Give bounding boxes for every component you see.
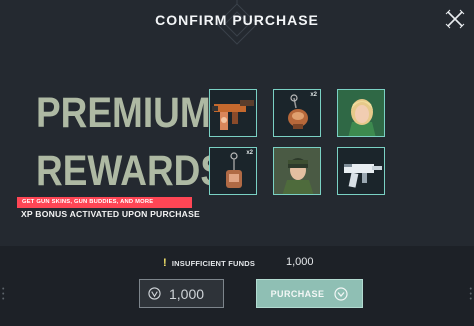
smg-skin-icon <box>344 164 382 188</box>
decorative-dots: • • • <box>2 286 5 303</box>
insufficient-funds-warning: ! INSUFFICIENT FUNDS <box>163 257 255 269</box>
price-value: 1,000 <box>286 256 314 268</box>
reward-tile-gun-skin-rifle[interactable] <box>209 89 257 137</box>
reward-tile-player-card-blonde-agent[interactable] <box>337 89 385 137</box>
decorative-dots: • • • <box>469 286 472 303</box>
purchase-button[interactable]: PURCHASE <box>256 279 363 308</box>
bundle-heading-line1: PREMIUM <box>36 89 211 137</box>
reward-tile-gun-buddy-keychain[interactable]: x2 <box>209 147 257 195</box>
player-card-icon <box>274 148 320 194</box>
chevron-down-icon <box>334 286 348 301</box>
balance-value: 1,000 <box>169 285 205 302</box>
player-card-icon <box>338 90 384 136</box>
reward-quantity: x2 <box>310 92 317 98</box>
xp-bonus-text: XP BONUS ACTIVATED UPON PURCHASE <box>21 209 200 219</box>
bundle-heading-line2: REWARDS <box>36 147 226 195</box>
promo-badge: GET GUN SKINS, GUN BUDDIES, AND MORE <box>17 197 192 208</box>
rifle-skin-icon <box>212 100 254 130</box>
reward-tile-gun-buddy-charm[interactable]: x2 <box>273 89 321 137</box>
wallet-balance: 1,000 <box>139 279 224 308</box>
valorant-points-icon <box>148 287 161 300</box>
close-button[interactable] <box>444 8 466 30</box>
bundle-heading: PREMIUM REWARDS <box>36 84 226 200</box>
purchase-button-label: PURCHASE <box>270 288 325 299</box>
page-title: CONFIRM PURCHASE <box>155 12 319 28</box>
header-diamond-decoration <box>216 0 258 45</box>
close-icon <box>445 9 465 29</box>
warning-icon: ! <box>163 257 167 269</box>
warning-text: INSUFFICIENT FUNDS <box>171 258 256 268</box>
reward-tile-player-card-green-agent[interactable] <box>273 147 321 195</box>
reward-tile-gun-skin-smg[interactable] <box>337 147 385 195</box>
reward-quantity: x2 <box>246 150 253 156</box>
